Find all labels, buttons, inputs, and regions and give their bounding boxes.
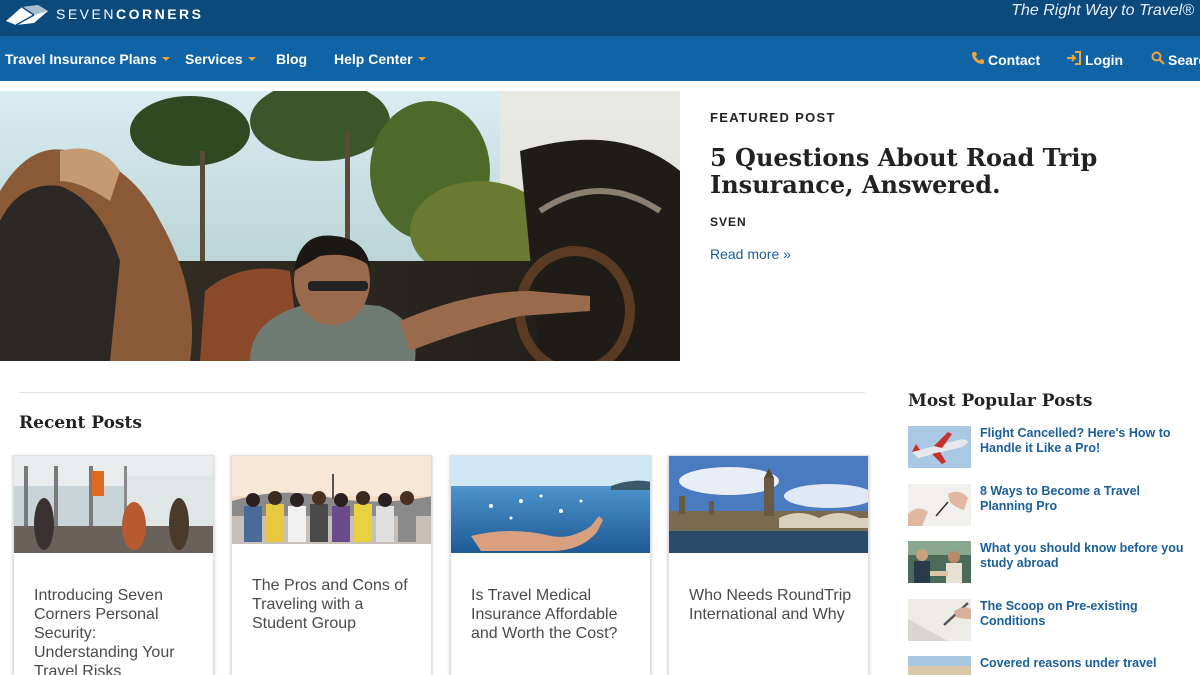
recent-post-card[interactable]: Is Travel Medical Insurance Affordable a… <box>450 455 651 675</box>
login-icon <box>1066 51 1082 68</box>
popular-post-item[interactable]: Covered reasons under travel <box>908 656 1200 675</box>
logo-mark-icon <box>4 1 50 27</box>
recent-posts-heading: Recent Posts <box>19 413 142 433</box>
recent-post-card[interactable]: Who Needs RoundTrip International and Wh… <box>668 455 869 675</box>
nav-travel-insurance-plans[interactable]: Travel Insurance Plans <box>5 51 170 67</box>
nav-services[interactable]: Services <box>185 51 256 67</box>
phone-icon <box>971 51 985 68</box>
nav-label: Services <box>185 51 243 67</box>
writing-hand-photo <box>908 484 971 526</box>
popular-post-title: The Scoop on Pre-existing Conditions <box>980 599 1138 628</box>
seven-corners-logo[interactable]: SEVENCORNERS <box>4 0 203 28</box>
beach-photo <box>908 656 971 675</box>
recent-post-title: Introducing Seven Corners Personal Secur… <box>34 587 175 675</box>
popular-post-item[interactable]: 8 Ways to Become a Travel Planning Pro <box>908 484 1200 529</box>
nav-help-center[interactable]: Help Center <box>334 51 426 67</box>
read-more-link[interactable]: Read more » <box>710 246 791 262</box>
london-parliament-photo <box>669 456 868 553</box>
recent-post-card[interactable]: The Pros and Cons of Traveling with a St… <box>231 455 432 675</box>
nav-label: Contact <box>988 51 1041 68</box>
tagline: The Right Way to Travel® <box>1011 2 1194 19</box>
popular-post-title: Flight Cancelled? Here's How to Handle i… <box>980 426 1171 455</box>
popular-post-item[interactable]: Flight Cancelled? Here's How to Handle i… <box>908 426 1200 471</box>
popular-post-title: 8 Ways to Become a Travel Planning Pro <box>980 484 1141 513</box>
popular-post-item[interactable]: The Scoop on Pre-existing Conditions <box>908 599 1200 644</box>
featured-post: FEATURED POST 5 Questions About Road Tri… <box>710 110 1170 264</box>
featured-title[interactable]: 5 Questions About Road Trip Insurance, A… <box>710 144 1170 198</box>
recent-post-title: Is Travel Medical Insurance Affordable a… <box>471 587 618 642</box>
most-popular-heading: Most Popular Posts <box>908 391 1093 411</box>
featured-post-image[interactable] <box>0 91 680 361</box>
nav-label: Login <box>1085 51 1124 68</box>
nav-label: Help Center <box>334 51 413 67</box>
airplane-photo <box>908 426 971 468</box>
airport-terminal-photo <box>14 456 213 553</box>
recent-post-title: The Pros and Cons of Traveling with a St… <box>252 577 408 632</box>
nav-label: Search <box>1168 51 1200 68</box>
popular-post-title: Covered reasons under travel <box>980 656 1157 670</box>
chevron-down-icon <box>161 57 170 61</box>
search-icon <box>1151 51 1165 68</box>
popular-post-title: What you should know before you study ab… <box>980 541 1184 570</box>
recent-post-card[interactable]: Introducing Seven Corners Personal Secur… <box>13 455 214 675</box>
featured-label: FEATURED POST <box>710 110 836 125</box>
popular-post-item[interactable]: What you should know before you study ab… <box>908 541 1200 586</box>
chevron-down-icon <box>417 57 426 61</box>
students-photo <box>908 541 971 583</box>
featured-author: SVEN <box>710 215 747 229</box>
nav-contact[interactable]: Contact <box>971 51 1040 68</box>
nav-blog[interactable]: Blog <box>276 51 307 67</box>
main-nav: Travel Insurance Plans Services Blog Hel… <box>0 36 1200 81</box>
nav-label: Blog <box>276 51 308 67</box>
chevron-down-icon <box>247 57 256 61</box>
student-group-photo <box>232 456 431 544</box>
hand-over-water-photo <box>451 456 650 553</box>
nav-login[interactable]: Login <box>1066 51 1123 68</box>
nav-label: Travel Insurance Plans <box>5 51 157 67</box>
top-bar: SEVENCORNERS The Right Way to Travel® <box>0 0 1200 36</box>
logo-text: SEVENCORNERS <box>56 6 204 22</box>
section-divider <box>19 392 865 393</box>
nav-search[interactable]: Search <box>1151 51 1200 68</box>
pen-paper-photo <box>908 599 971 641</box>
recent-post-title: Who Needs RoundTrip International and Wh… <box>689 587 852 623</box>
